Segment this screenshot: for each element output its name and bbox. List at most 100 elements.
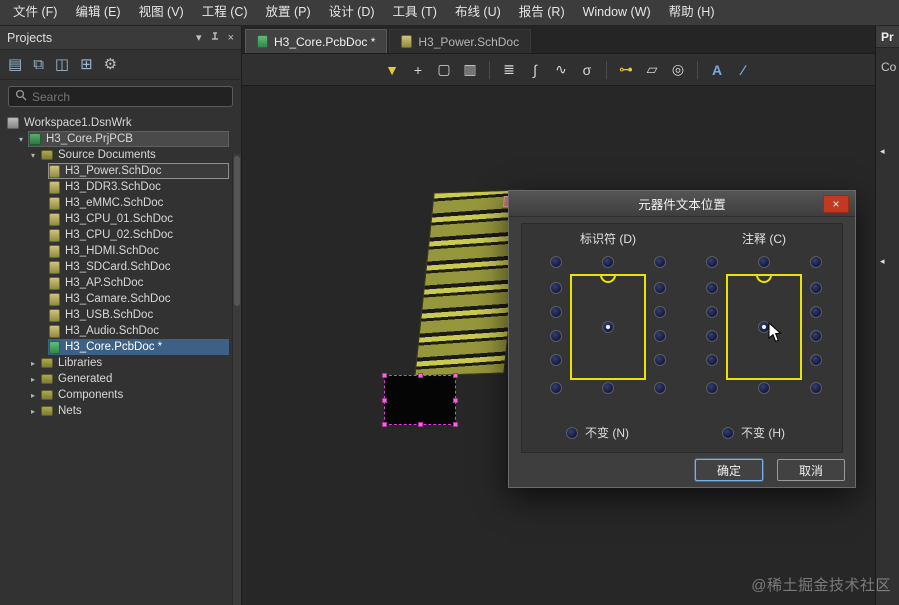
arc-route-icon[interactable]: ∿ — [549, 59, 573, 81]
selection-handle[interactable] — [453, 398, 458, 403]
collapse-arrow-icon[interactable]: ▸ — [28, 375, 38, 384]
panel-scrollbar[interactable] — [232, 154, 241, 605]
compile-icon[interactable]: ⊞ — [80, 57, 93, 72]
menu-tools[interactable]: 工具 (T) — [384, 0, 446, 25]
panel-pin-icon[interactable] — [210, 32, 220, 43]
designator-position-radio[interactable] — [550, 282, 562, 294]
selection-handle[interactable] — [418, 422, 423, 427]
tree-item-h3-camare-schdoc[interactable]: H3_Camare.SchDoc — [0, 291, 229, 307]
expand-arrow-icon[interactable]: ▾ — [28, 151, 38, 160]
tree-item-h3-hdmi-schdoc[interactable]: H3_HDMI.SchDoc — [0, 243, 229, 259]
tree-item-h3-ap-schdoc[interactable]: H3_AP.SchDoc — [0, 275, 229, 291]
scrollbar-thumb[interactable] — [234, 156, 240, 306]
designator-position-radio[interactable] — [654, 282, 666, 294]
draw-line-icon[interactable]: ∕ — [731, 59, 755, 81]
comment-position-radio[interactable] — [810, 330, 822, 342]
documents-icon[interactable]: ⧉ — [33, 57, 44, 72]
via-icon[interactable]: ◎ — [666, 59, 690, 81]
designator-position-radio[interactable] — [550, 382, 562, 394]
designator-position-radio[interactable] — [550, 330, 562, 342]
selection-handle[interactable] — [418, 373, 423, 378]
collapse-left-icon[interactable]: ◂ — [880, 256, 885, 267]
collapse-arrow-icon[interactable]: ▸ — [28, 359, 38, 368]
tree-item-nets[interactable]: ▸ Nets — [0, 403, 229, 419]
menu-edit[interactable]: 编辑 (E) — [66, 0, 129, 25]
open-documents-icon[interactable]: ◫ — [55, 57, 69, 72]
tab-h3-power-schdoc[interactable]: H3_Power.SchDoc — [389, 29, 532, 53]
tree-item-generated[interactable]: ▸ Generated — [0, 371, 229, 387]
selection-box-icon[interactable]: ▢ — [432, 59, 456, 81]
panel-dropdown-icon[interactable]: ▾ — [196, 31, 202, 44]
menu-route[interactable]: 布线 (U) — [446, 0, 510, 25]
designator-unchanged-option[interactable]: 不变 (N) — [566, 424, 629, 441]
comment-unchanged-radio[interactable] — [722, 426, 734, 439]
menu-window[interactable]: Window (W) — [574, 0, 660, 25]
dialog-close-button[interactable]: × — [823, 195, 849, 213]
comment-position-radio[interactable] — [706, 354, 718, 366]
tree-item-libraries[interactable]: ▸ Libraries — [0, 355, 229, 371]
menu-help[interactable]: 帮助 (H) — [660, 0, 724, 25]
settings-gear-icon[interactable]: ⚙ — [104, 57, 117, 72]
tree-item-h3-power-schdoc[interactable]: H3_Power.SchDoc — [0, 163, 229, 179]
comment-position-radio[interactable] — [706, 382, 718, 394]
selection-handle[interactable] — [382, 422, 387, 427]
comment-position-radio[interactable] — [758, 382, 770, 394]
tree-item-components[interactable]: ▸ Components — [0, 387, 229, 403]
comment-position-radio[interactable] — [810, 256, 822, 268]
tree-item-workspace[interactable]: Workspace1.DsnWrk — [0, 115, 229, 131]
key-icon[interactable]: ⊶ — [614, 59, 638, 81]
designator-position-radio[interactable] — [602, 382, 614, 394]
selection-handle[interactable] — [382, 398, 387, 403]
designator-position-radio[interactable] — [602, 256, 614, 268]
collapse-arrow-icon[interactable]: ▸ — [28, 407, 38, 416]
comment-position-radio[interactable] — [810, 354, 822, 366]
comment-position-radio[interactable] — [706, 330, 718, 342]
plane-icon[interactable]: ▱ — [640, 59, 664, 81]
designator-position-radio[interactable] — [550, 256, 562, 268]
components-panel-tab[interactable]: Co — [876, 60, 899, 74]
menu-place[interactable]: 放置 (P) — [257, 0, 320, 25]
designator-position-radio[interactable] — [550, 354, 562, 366]
comment-position-radio[interactable] — [758, 256, 770, 268]
designator-position-radio[interactable] — [654, 306, 666, 318]
selection-handle[interactable] — [453, 373, 458, 378]
tree-item-h3-core-prjpcb[interactable]: ▾ H3_Core.PrjPCB — [0, 131, 229, 147]
route-icon[interactable]: ∫ — [523, 59, 547, 81]
sigma-icon[interactable]: σ — [575, 59, 599, 81]
comment-position-radio[interactable] — [810, 282, 822, 294]
column-chart-icon[interactable]: ▥ — [458, 59, 482, 81]
designator-position-radio[interactable] — [654, 382, 666, 394]
tree-item-source-documents[interactable]: ▾ Source Documents — [0, 147, 229, 163]
cancel-button[interactable]: 取消 — [776, 459, 845, 481]
designator-position-radio[interactable] — [654, 330, 666, 342]
search-input[interactable] — [32, 89, 226, 104]
menu-file[interactable]: 文件 (F) — [4, 0, 66, 25]
collapse-arrow-icon[interactable]: ▸ — [28, 391, 38, 400]
designator-position-radio[interactable] — [654, 354, 666, 366]
tree-item-h3-cpu-01-schdoc[interactable]: H3_CPU_01.SchDoc — [0, 211, 229, 227]
designator-position-radio-selected[interactable] — [602, 321, 614, 333]
properties-panel-tab[interactable]: Pr — [876, 26, 899, 48]
expand-arrow-icon[interactable]: ▾ — [16, 135, 26, 144]
tree-item-h3-usb-schdoc[interactable]: H3_USB.SchDoc — [0, 307, 229, 323]
comment-position-radio[interactable] — [810, 382, 822, 394]
collapse-left-icon[interactable]: ◂ — [880, 146, 885, 157]
menu-reports[interactable]: 报告 (R) — [510, 0, 574, 25]
menu-view[interactable]: 视图 (V) — [130, 0, 193, 25]
designator-position-radio[interactable] — [654, 256, 666, 268]
tab-h3-core-pcbdoc[interactable]: H3_Core.PcbDoc * — [245, 29, 388, 53]
menu-project[interactable]: 工程 (C) — [193, 0, 257, 25]
comment-position-radio[interactable] — [706, 306, 718, 318]
dialog-title-bar[interactable]: 元器件文本位置 × — [509, 191, 855, 217]
designator-unchanged-radio[interactable] — [566, 426, 578, 439]
comment-unchanged-option[interactable]: 不变 (H) — [722, 424, 785, 441]
layers-icon[interactable]: ≣ — [497, 59, 521, 81]
search-box[interactable] — [8, 86, 233, 107]
selection-handle[interactable] — [382, 373, 387, 378]
selected-component[interactable] — [382, 373, 458, 427]
tree-item-h3-cpu-02-schdoc[interactable]: H3_CPU_02.SchDoc — [0, 227, 229, 243]
save-icon[interactable]: ▤ — [8, 57, 22, 72]
designator-position-radio[interactable] — [550, 306, 562, 318]
panel-close-icon[interactable]: × — [228, 32, 234, 44]
crosshair-icon[interactable]: + — [406, 59, 430, 81]
